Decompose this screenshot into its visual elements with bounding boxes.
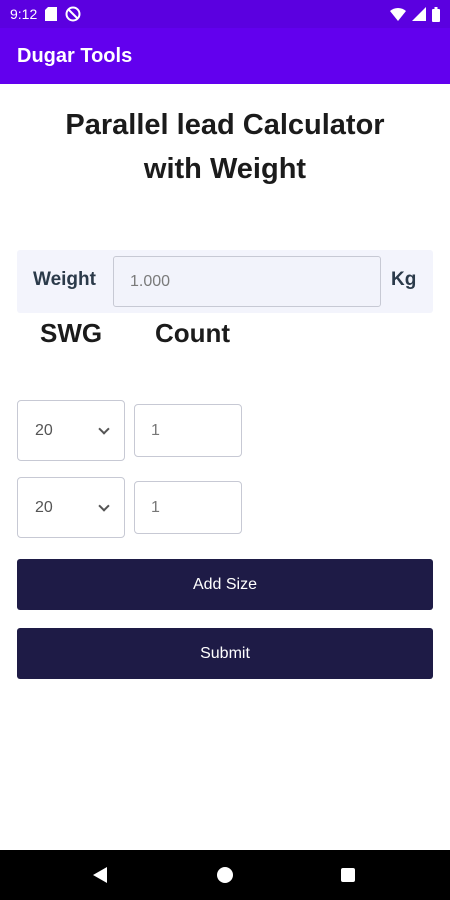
weight-label: Weight [33,269,96,290]
swg-select-value: 20 [35,498,53,516]
chevron-down-icon [98,423,110,435]
recent-apps-icon[interactable] [341,868,355,882]
app-title: Dugar Tools [17,44,133,67]
app-bar: Dugar Tools [0,28,450,84]
swg-column-header: SWG [40,318,103,348]
add-size-button[interactable]: Add Size [17,559,433,610]
wifi-icon [390,8,406,21]
count-input[interactable] [134,404,242,457]
back-icon[interactable] [93,867,107,883]
weight-row: Weight Kg [17,250,433,313]
page-title-line1: Parallel lead Calculator [65,109,385,141]
home-icon[interactable] [217,867,233,883]
count-column-header: Count [155,318,231,348]
size-row: 20 [17,400,243,461]
navigation-bar [0,850,450,900]
swg-select[interactable]: 20 [17,400,125,461]
do-not-disturb-icon [65,6,81,22]
submit-button[interactable]: Submit [17,628,433,679]
size-row: 20 [17,477,243,538]
count-input[interactable] [134,481,242,534]
screen: 9:12 Dugar Tools Parallel lead Calculato… [0,0,450,900]
status-time: 9:12 [10,6,38,22]
status-bar: 9:12 [0,0,450,28]
page-title-line2: with Weight [143,153,307,185]
weight-unit-label: Kg [391,269,417,290]
battery-icon [432,6,440,22]
sd-card-icon [45,7,58,21]
signal-icon [412,7,426,21]
swg-select-value: 20 [35,421,53,439]
chevron-down-icon [98,500,110,512]
weight-input[interactable] [113,256,381,307]
page-title: Parallel lead Calculator with Weight [0,103,450,191]
swg-select[interactable]: 20 [17,477,125,538]
